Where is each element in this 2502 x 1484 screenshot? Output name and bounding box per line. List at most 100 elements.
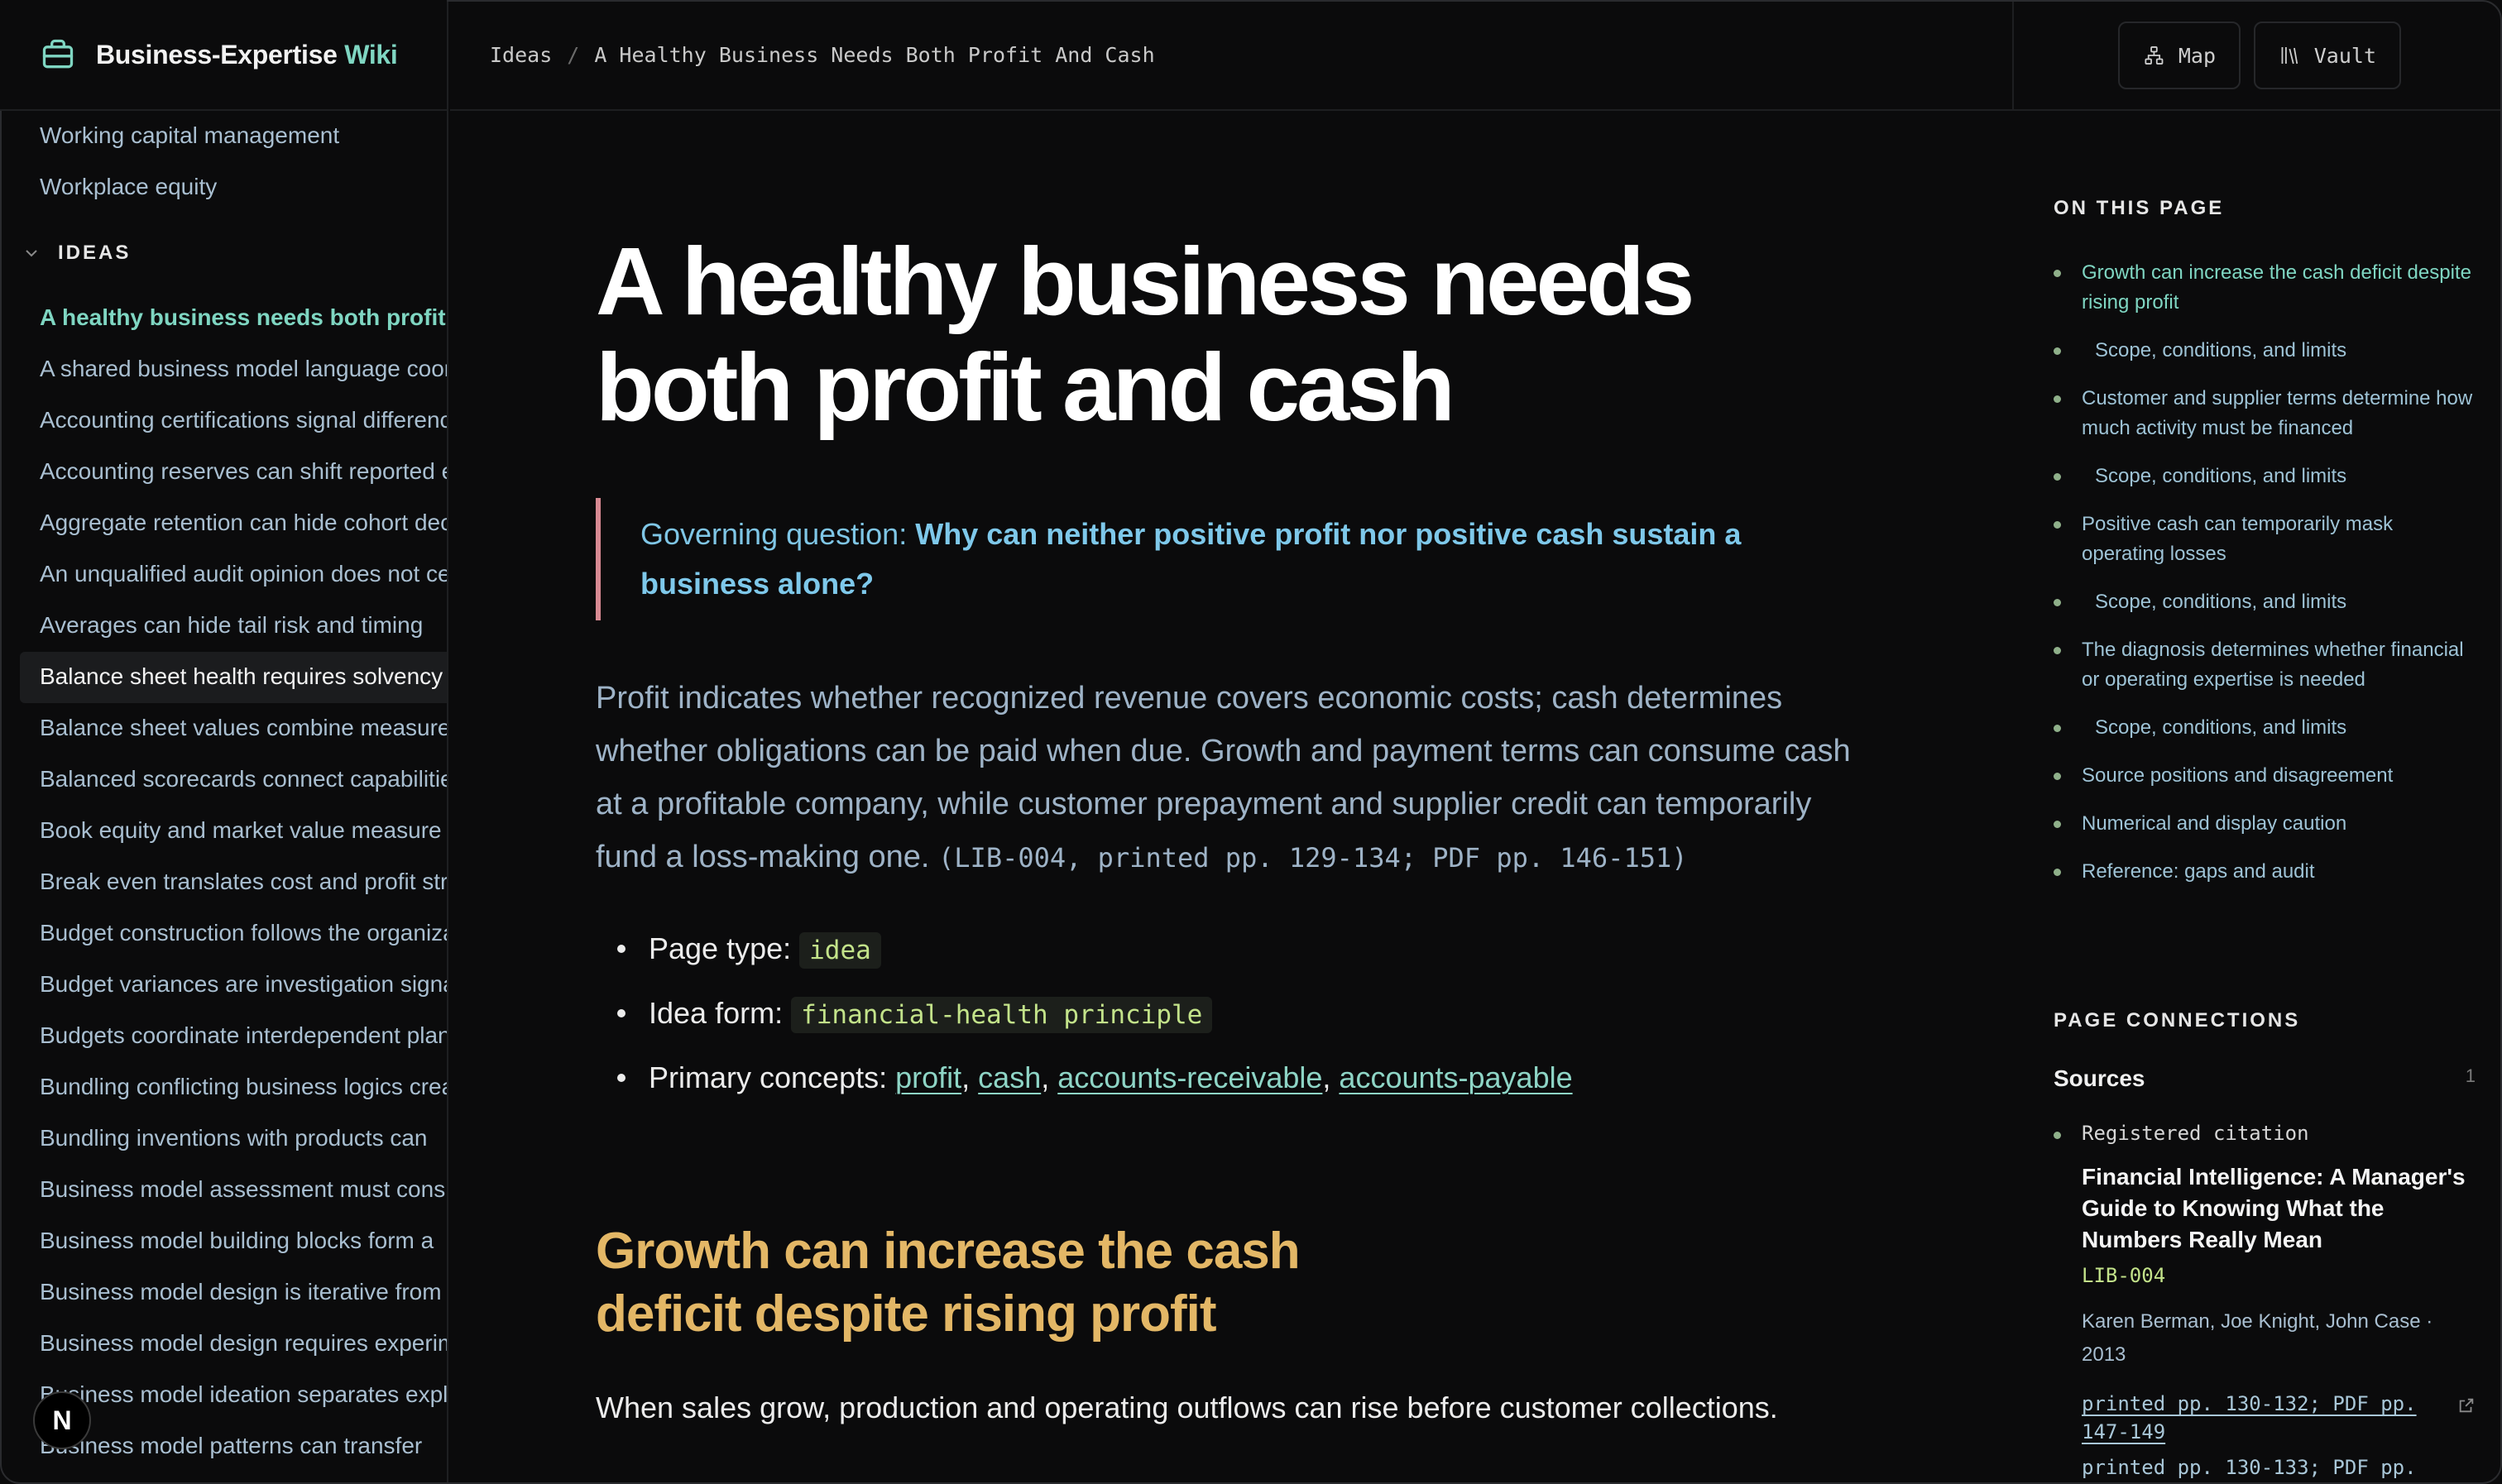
sources-panel: Sources 1 Registered citation Financial … <box>2054 1065 2476 1479</box>
bullet-dot <box>2054 1132 2061 1139</box>
toc-item[interactable]: Scope, conditions, and limits <box>2054 587 2476 617</box>
sidebar-item[interactable]: Balance sheet values combine measurement <box>0 703 447 754</box>
sidebar-item[interactable]: Accounting reserves can shift reported e… <box>0 447 447 498</box>
main-content: A healthy business needs both profit and… <box>450 112 2012 1484</box>
toc-item[interactable]: Customer and supplier terms determine ho… <box>2054 384 2476 443</box>
top-actions: Map Vault <box>2012 0 2502 111</box>
sidebar-item[interactable]: Business model building blocks form a <box>0 1216 447 1267</box>
article: A healthy business needs both profit and… <box>596 112 1870 1434</box>
page-type-tag: idea <box>799 932 881 969</box>
breadcrumb: Ideas / A Healthy Business Needs Both Prof… <box>490 43 1155 67</box>
sidebar-item[interactable]: Budget variances are investigation signa… <box>0 960 447 1011</box>
toc-item[interactable]: Positive cash can temporarily mask opera… <box>2054 510 2476 569</box>
governing-question: Governing question: Why can neither posi… <box>596 498 1820 620</box>
meta-primary-concepts: Primary concepts: profit, cash, accounts… <box>596 1046 1870 1109</box>
bullet-dot <box>2054 821 2061 828</box>
breadcrumb-current: A Healthy Business Needs Both Profit And… <box>594 42 1155 67</box>
source-title[interactable]: Financial Intelligence: A Manager's Guid… <box>2082 1161 2476 1256</box>
page-meta-list: Page type: idea Idea form: financial-hea… <box>596 917 1870 1109</box>
vault-button[interactable]: Vault <box>2254 22 2401 89</box>
bullet-dot <box>2054 347 2061 355</box>
sidebar-item[interactable]: Book equity and market value measure <box>0 806 447 857</box>
sidebar-item[interactable]: Working capital management <box>0 111 447 162</box>
topbar: Ideas / A Healthy Business Needs Both Prof… <box>450 0 2012 111</box>
concept-link[interactable]: accounts-receivable <box>1057 1060 1322 1094</box>
sidebar-item[interactable]: Averages can hide tail risk and timing <box>0 601 447 652</box>
toc-item[interactable]: The diagnosis determines whether financi… <box>2054 635 2476 695</box>
source-kind: Registered citation <box>2082 1122 2309 1145</box>
sidebar: Business-Expertise Wiki Working capital … <box>0 0 448 1484</box>
sources-count: 1 <box>2465 1065 2476 1086</box>
meta-idea-form: Idea form: financial-health principle <box>596 982 1870 1046</box>
table-of-contents: Growth can increase the cash deficit des… <box>2054 258 2476 905</box>
sidebar-item[interactable]: An unqualified audit opinion does not ce… <box>0 549 447 601</box>
toc-item[interactable]: Source positions and disagreement <box>2054 761 2476 791</box>
idea-form-tag: financial-health principle <box>791 997 1213 1033</box>
toc-item[interactable]: Numerical and display caution <box>2054 809 2476 839</box>
bullet-dot <box>2054 647 2061 654</box>
sitemap-icon <box>2145 46 2164 65</box>
source-pages-link[interactable]: printed pp. 130-133; PDF pp. <box>2082 1456 2476 1479</box>
section-heading: Growth can increase the cash deficit des… <box>596 1223 1301 1343</box>
brand[interactable]: Business-Expertise Wiki <box>0 0 447 111</box>
sidebar-item[interactable]: Aggregate retention can hide cohort deca… <box>0 498 447 549</box>
lead-paragraph: Profit indicates whether recognized reve… <box>596 681 1851 874</box>
sidebar-item[interactable]: Budget construction follows the organiza… <box>0 908 447 960</box>
toc-item[interactable]: Scope, conditions, and limits <box>2054 336 2476 366</box>
bullet-dot <box>2054 869 2061 876</box>
sidebar-item[interactable]: Bundling inventions with products can <box>0 1113 447 1165</box>
sidebar-item[interactable]: Budgets coordinate interdependent plans <box>0 1011 447 1062</box>
sidebar-idea-list: A healthy business needs both profit and… <box>0 293 447 1472</box>
sidebar-section-ideas[interactable]: IDEAS <box>0 213 447 293</box>
toc-title: ON THIS PAGE <box>2054 197 2225 219</box>
sidebar-item[interactable]: Business model assessment must consider <box>0 1165 447 1216</box>
library-icon <box>2281 46 2298 65</box>
sidebar-item[interactable]: Workplace equity <box>0 162 447 213</box>
page-title: A healthy business needs both profit and… <box>596 227 1694 441</box>
question-label: Governing question: <box>640 517 908 551</box>
sidebar-item[interactable]: Business model design requires experimen… <box>0 1319 447 1370</box>
concept-link[interactable]: accounts-payable <box>1339 1060 1572 1094</box>
sidebar-item[interactable]: Break even translates cost and profit st… <box>0 857 447 908</box>
source-entry: Registered citation Financial Intelligen… <box>2054 1122 2476 1479</box>
concept-link[interactable]: profit <box>895 1060 961 1094</box>
concept-link[interactable]: cash <box>978 1060 1041 1094</box>
bullet-dot <box>2054 725 2061 732</box>
bullet-dot <box>2054 395 2061 403</box>
breadcrumb-root[interactable]: Ideas <box>490 43 552 67</box>
map-button[interactable]: Map <box>2118 22 2241 89</box>
bullet-dot <box>2054 270 2061 277</box>
sidebar-item[interactable]: Balance sheet health requires solvency <box>20 652 447 703</box>
sidebar-item[interactable]: Accounting certifications signal differe… <box>0 395 447 447</box>
external-link-icon <box>2459 1398 2474 1413</box>
briefcase-icon <box>42 39 74 69</box>
bullet-dot <box>2054 473 2061 481</box>
sidebar-section-label: IDEAS <box>58 242 132 264</box>
sidebar-item[interactable]: A healthy business needs both profit and… <box>0 293 447 344</box>
toc-item[interactable]: Scope, conditions, and limits <box>2054 462 2476 491</box>
app-badge[interactable]: N <box>33 1391 91 1449</box>
sidebar-item[interactable]: Bundling conflicting business logics cre… <box>0 1062 447 1113</box>
connections-title: PAGE CONNECTIONS <box>2054 1009 2301 1032</box>
bullet-dot <box>2054 521 2061 529</box>
bullet-dot <box>2054 773 2061 780</box>
section-paragraph: When sales grow, production and operatin… <box>596 1391 1778 1424</box>
toc-item[interactable]: Scope, conditions, and limits <box>2054 713 2476 743</box>
sidebar-item[interactable]: A shared business model language coordin… <box>0 344 447 395</box>
sidebar-item[interactable]: Business model design is iterative from <box>0 1267 447 1319</box>
source-id: LIB-004 <box>2082 1264 2166 1287</box>
sidebar-nav: Working capital management Workplace equ… <box>0 111 447 1472</box>
brand-name: Business-Expertise Wiki <box>96 39 398 69</box>
citation: (LIB-004, printed pp. 129-134; PDF pp. 1… <box>938 842 1688 874</box>
sidebar-item[interactable]: Balanced scorecards connect capabilities <box>0 754 447 806</box>
source-authors: Karen Berman, Joe Knight, John Case · 20… <box>2082 1310 2433 1366</box>
toc-item[interactable]: Reference: gaps and audit <box>2054 857 2476 887</box>
bullet-dot <box>2054 599 2061 606</box>
breadcrumb-separator: / <box>567 42 580 67</box>
sources-header: Sources 1 <box>2054 1065 2476 1091</box>
toc-item[interactable]: Growth can increase the cash deficit des… <box>2054 258 2476 318</box>
source-pages-link[interactable]: printed pp. 130-132; PDF pp. 147-149 <box>2082 1390 2476 1446</box>
right-rail: ON THIS PAGE Growth can increase the cas… <box>2014 112 2502 1484</box>
meta-page-type: Page type: idea <box>596 917 1870 982</box>
chevron-down-icon <box>26 250 37 257</box>
